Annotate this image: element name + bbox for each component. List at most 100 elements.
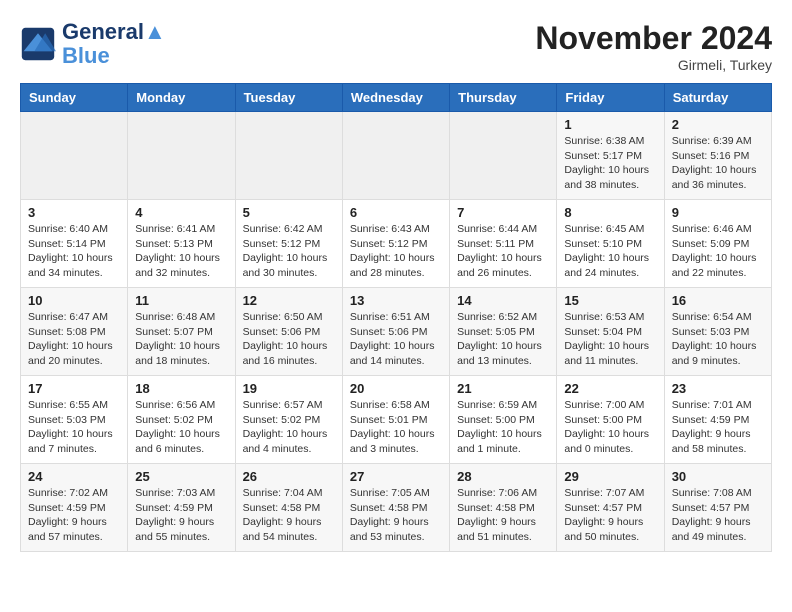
- day-number: 9: [672, 205, 764, 220]
- calendar-day-cell: 20 Sunrise: 6:58 AMSunset: 5:01 PMDayligh…: [342, 376, 449, 464]
- day-info: Sunrise: 6:54 AMSunset: 5:03 PMDaylight:…: [672, 310, 764, 369]
- calendar-day-cell: 9 Sunrise: 6:46 AMSunset: 5:09 PMDaylight…: [664, 200, 771, 288]
- calendar-day-cell: 19 Sunrise: 6:57 AMSunset: 5:02 PMDayligh…: [235, 376, 342, 464]
- calendar-day-cell: 17 Sunrise: 6:55 AMSunset: 5:03 PMDayligh…: [21, 376, 128, 464]
- calendar-day-cell: 1Sunrise: 6:38 AMSunset: 5:17 PMDaylight…: [557, 112, 664, 200]
- day-info: Sunrise: 6:42 AMSunset: 5:12 PMDaylight:…: [243, 222, 335, 281]
- calendar-day-cell: 6Sunrise: 6:43 AMSunset: 5:12 PMDaylight…: [342, 200, 449, 288]
- day-number: 4: [135, 205, 227, 220]
- day-number: 28: [457, 469, 549, 484]
- day-info: Sunrise: 6:41 AMSunset: 5:13 PMDaylight:…: [135, 222, 227, 281]
- calendar-day-cell: 28 Sunrise: 7:06 AMSunset: 4:58 PMDayligh…: [450, 464, 557, 552]
- calendar-day-cell: 4 Sunrise: 6:41 AMSunset: 5:13 PMDaylight…: [128, 200, 235, 288]
- day-info: Sunrise: 7:04 AMSunset: 4:58 PMDaylight:…: [243, 486, 335, 545]
- day-info: Sunrise: 7:02 AMSunset: 4:59 PMDaylight:…: [28, 486, 120, 545]
- calendar-header-thursday: Thursday: [450, 84, 557, 112]
- calendar-week-row: 10 Sunrise: 6:47 AMSunset: 5:08 PMDayligh…: [21, 288, 772, 376]
- month-title: November 2024: [535, 20, 772, 57]
- day-number: 18: [135, 381, 227, 396]
- calendar-header-monday: Monday: [128, 84, 235, 112]
- day-number: 15: [564, 293, 656, 308]
- calendar-week-row: 17 Sunrise: 6:55 AMSunset: 5:03 PMDayligh…: [21, 376, 772, 464]
- calendar-header-wednesday: Wednesday: [342, 84, 449, 112]
- day-info: Sunrise: 7:06 AMSunset: 4:58 PMDaylight:…: [457, 486, 549, 545]
- day-number: 12: [243, 293, 335, 308]
- location: Girmeli, Turkey: [535, 57, 772, 73]
- day-info: Sunrise: 6:45 AMSunset: 5:10 PMDaylight:…: [564, 222, 656, 281]
- day-number: 3: [28, 205, 120, 220]
- calendar-header-sunday: Sunday: [21, 84, 128, 112]
- calendar-day-cell: 21Sunrise: 6:59 AMSunset: 5:00 PMDayligh…: [450, 376, 557, 464]
- calendar-day-cell: 22 Sunrise: 7:00 AMSunset: 5:00 PMDayligh…: [557, 376, 664, 464]
- day-number: 23: [672, 381, 764, 396]
- calendar-day-cell: 10 Sunrise: 6:47 AMSunset: 5:08 PMDayligh…: [21, 288, 128, 376]
- calendar-day-cell: [450, 112, 557, 200]
- day-info: Sunrise: 7:00 AMSunset: 5:00 PMDaylight:…: [564, 398, 656, 457]
- day-info: Sunrise: 6:58 AMSunset: 5:01 PMDaylight:…: [350, 398, 442, 457]
- day-number: 17: [28, 381, 120, 396]
- day-info: Sunrise: 6:53 AMSunset: 5:04 PMDaylight:…: [564, 310, 656, 369]
- day-number: 25: [135, 469, 227, 484]
- calendar-day-cell: 30Sunrise: 7:08 AMSunset: 4:57 PMDayligh…: [664, 464, 771, 552]
- title-block: November 2024 Girmeli, Turkey: [535, 20, 772, 73]
- logo-text: General▲ Blue: [62, 20, 166, 68]
- day-info: Sunrise: 7:03 AMSunset: 4:59 PMDaylight:…: [135, 486, 227, 545]
- day-info: Sunrise: 6:39 AMSunset: 5:16 PMDaylight:…: [672, 134, 764, 193]
- logo-icon: [20, 26, 56, 62]
- day-info: Sunrise: 6:47 AMSunset: 5:08 PMDaylight:…: [28, 310, 120, 369]
- day-info: Sunrise: 6:57 AMSunset: 5:02 PMDaylight:…: [243, 398, 335, 457]
- calendar-day-cell: 15 Sunrise: 6:53 AMSunset: 5:04 PMDayligh…: [557, 288, 664, 376]
- day-info: Sunrise: 6:38 AMSunset: 5:17 PMDaylight:…: [564, 134, 656, 193]
- calendar-header-tuesday: Tuesday: [235, 84, 342, 112]
- day-info: Sunrise: 6:51 AMSunset: 5:06 PMDaylight:…: [350, 310, 442, 369]
- day-number: 29: [564, 469, 656, 484]
- day-number: 13: [350, 293, 442, 308]
- day-number: 20: [350, 381, 442, 396]
- calendar-day-cell: 29 Sunrise: 7:07 AMSunset: 4:57 PMDayligh…: [557, 464, 664, 552]
- day-number: 24: [28, 469, 120, 484]
- calendar-day-cell: 16 Sunrise: 6:54 AMSunset: 5:03 PMDayligh…: [664, 288, 771, 376]
- page-header: General▲ Blue November 2024 Girmeli, Tur…: [20, 20, 772, 73]
- calendar-day-cell: [21, 112, 128, 200]
- calendar-day-cell: 27Sunrise: 7:05 AMSunset: 4:58 PMDayligh…: [342, 464, 449, 552]
- day-info: Sunrise: 6:46 AMSunset: 5:09 PMDaylight:…: [672, 222, 764, 281]
- day-number: 19: [243, 381, 335, 396]
- calendar-day-cell: 3 Sunrise: 6:40 AMSunset: 5:14 PMDaylight…: [21, 200, 128, 288]
- day-info: Sunrise: 7:01 AMSunset: 4:59 PMDaylight:…: [672, 398, 764, 457]
- calendar-day-cell: 2 Sunrise: 6:39 AMSunset: 5:16 PMDaylight…: [664, 112, 771, 200]
- calendar-day-cell: 11Sunrise: 6:48 AMSunset: 5:07 PMDayligh…: [128, 288, 235, 376]
- calendar-week-row: 3 Sunrise: 6:40 AMSunset: 5:14 PMDaylight…: [21, 200, 772, 288]
- calendar-day-cell: [128, 112, 235, 200]
- calendar-day-cell: 24 Sunrise: 7:02 AMSunset: 4:59 PMDayligh…: [21, 464, 128, 552]
- day-number: 2: [672, 117, 764, 132]
- day-number: 16: [672, 293, 764, 308]
- calendar-day-cell: [342, 112, 449, 200]
- day-number: 30: [672, 469, 764, 484]
- day-info: Sunrise: 6:44 AMSunset: 5:11 PMDaylight:…: [457, 222, 549, 281]
- calendar-day-cell: 8 Sunrise: 6:45 AMSunset: 5:10 PMDaylight…: [557, 200, 664, 288]
- day-number: 8: [564, 205, 656, 220]
- day-number: 26: [243, 469, 335, 484]
- day-info: Sunrise: 6:40 AMSunset: 5:14 PMDaylight:…: [28, 222, 120, 281]
- calendar-header-row: SundayMondayTuesdayWednesdayThursdayFrid…: [21, 84, 772, 112]
- calendar-day-cell: 5 Sunrise: 6:42 AMSunset: 5:12 PMDaylight…: [235, 200, 342, 288]
- calendar-week-row: 24 Sunrise: 7:02 AMSunset: 4:59 PMDayligh…: [21, 464, 772, 552]
- logo: General▲ Blue: [20, 20, 166, 68]
- day-info: Sunrise: 6:56 AMSunset: 5:02 PMDaylight:…: [135, 398, 227, 457]
- day-number: 5: [243, 205, 335, 220]
- calendar-header-saturday: Saturday: [664, 84, 771, 112]
- day-info: Sunrise: 7:07 AMSunset: 4:57 PMDaylight:…: [564, 486, 656, 545]
- day-info: Sunrise: 6:48 AMSunset: 5:07 PMDaylight:…: [135, 310, 227, 369]
- day-number: 10: [28, 293, 120, 308]
- calendar: SundayMondayTuesdayWednesdayThursdayFrid…: [20, 83, 772, 552]
- calendar-day-cell: 14 Sunrise: 6:52 AMSunset: 5:05 PMDayligh…: [450, 288, 557, 376]
- calendar-day-cell: [235, 112, 342, 200]
- day-number: 7: [457, 205, 549, 220]
- day-info: Sunrise: 6:55 AMSunset: 5:03 PMDaylight:…: [28, 398, 120, 457]
- calendar-day-cell: 12Sunrise: 6:50 AMSunset: 5:06 PMDayligh…: [235, 288, 342, 376]
- calendar-day-cell: 25 Sunrise: 7:03 AMSunset: 4:59 PMDayligh…: [128, 464, 235, 552]
- day-number: 14: [457, 293, 549, 308]
- day-info: Sunrise: 6:52 AMSunset: 5:05 PMDaylight:…: [457, 310, 549, 369]
- day-number: 22: [564, 381, 656, 396]
- calendar-day-cell: 13 Sunrise: 6:51 AMSunset: 5:06 PMDayligh…: [342, 288, 449, 376]
